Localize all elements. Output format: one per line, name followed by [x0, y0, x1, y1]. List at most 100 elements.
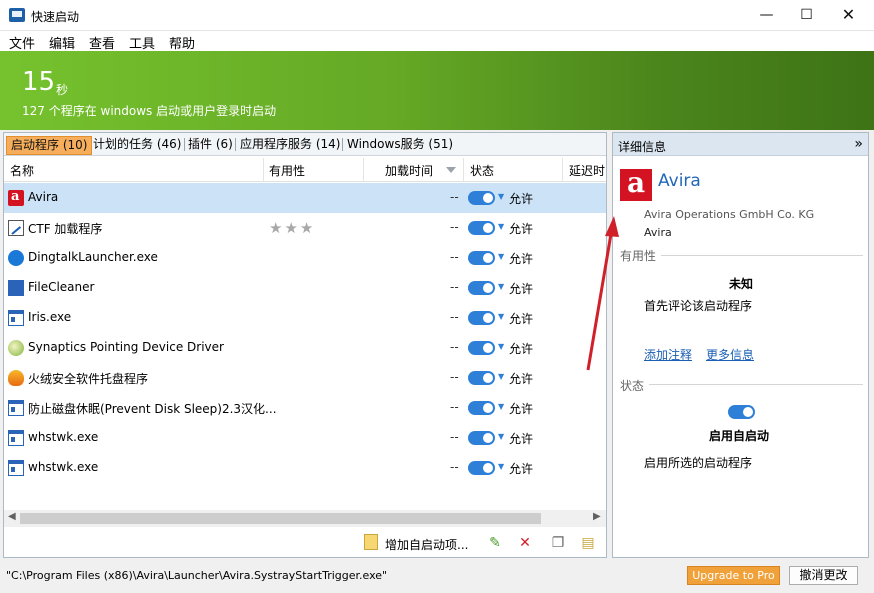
list-item[interactable]: Iris.exe -- ▼ 允许 — [4, 303, 606, 333]
item-load-time: -- — [450, 310, 459, 324]
chevron-down-icon[interactable]: ▼ — [498, 432, 504, 441]
startup-description: 127 个程序在 windows 启动或用户登录时启动 — [22, 104, 277, 118]
huorong-icon — [8, 370, 24, 386]
tab-startup-programs[interactable]: 启动程序 (10) — [6, 136, 93, 155]
list-toolbar: 增加自启动项... ✎ ✕ ❐ ▤ — [4, 529, 606, 557]
filecleaner-icon — [8, 280, 24, 296]
item-name: 防止磁盘休眠(Prevent Disk Sleep)2.3汉化... — [28, 402, 277, 416]
item-status: 允许 — [509, 282, 534, 296]
chevron-down-icon[interactable]: ▼ — [498, 252, 504, 261]
column-separator — [263, 158, 264, 182]
list-item[interactable]: Avira -- ▼ 允许 — [4, 183, 606, 213]
scrollbar-thumb[interactable] — [20, 513, 541, 524]
dingtalk-icon — [8, 250, 24, 266]
add-comment-link[interactable]: 添加注释 — [644, 346, 692, 363]
usefulness-value: 未知 — [729, 277, 754, 291]
item-name: DingtalkLauncher.exe — [28, 250, 158, 264]
menu-tools[interactable]: 工具 — [129, 33, 155, 52]
usefulness-section-label: 有用性 — [620, 249, 657, 263]
chevron-down-icon[interactable]: ▼ — [498, 282, 504, 291]
tab-plugins[interactable]: 插件 (6) — [184, 136, 237, 155]
close-button[interactable]: ✕ — [826, 0, 871, 30]
column-name[interactable]: 名称 — [10, 162, 34, 179]
status-toggle[interactable] — [468, 221, 495, 235]
folder-icon[interactable]: ▤ — [579, 534, 597, 552]
item-status: 允许 — [509, 222, 534, 236]
avira-logo-icon — [620, 166, 652, 201]
selected-path: "C:\Program Files (x86)\Avira\Launcher\A… — [6, 569, 388, 582]
column-status[interactable]: 状态 — [470, 162, 494, 179]
tab-app-services[interactable]: 应用程序服务 (14) — [236, 136, 344, 155]
chevron-down-icon[interactable]: ▼ — [498, 462, 504, 471]
list-item[interactable]: Synaptics Pointing Device Driver -- ▼ 允许 — [4, 333, 606, 363]
column-delay[interactable]: 延迟时 — [569, 162, 605, 179]
properties-icon[interactable]: ❐ — [549, 534, 567, 552]
menu-edit[interactable]: 编辑 — [49, 33, 75, 52]
chevron-down-icon[interactable]: ▼ — [498, 342, 504, 351]
window-app-icon — [8, 310, 24, 326]
status-toggle[interactable] — [468, 311, 495, 325]
usefulness-stars: ★★★ — [269, 219, 316, 237]
chevron-down-icon[interactable]: ▼ — [498, 402, 504, 411]
item-name: FileCleaner — [28, 280, 95, 294]
list-item[interactable]: 防止磁盘休眠(Prevent Disk Sleep)2.3汉化... -- ▼ … — [4, 393, 606, 423]
item-name: whstwk.exe — [28, 430, 99, 444]
status-toggle[interactable] — [468, 191, 495, 205]
chevron-down-icon[interactable]: ▼ — [498, 372, 504, 381]
column-header: 名称 有用性 加载时间 状态 延迟时 — [4, 158, 606, 182]
status-toggle[interactable] — [468, 431, 495, 445]
app-icon — [9, 8, 25, 22]
undo-changes-button[interactable]: 撤消更改 — [789, 566, 858, 585]
list-item[interactable]: FileCleaner -- ▼ 允许 — [4, 273, 606, 303]
item-name: Avira — [28, 190, 59, 204]
horizontal-scrollbar[interactable]: ◀ ▶ — [4, 510, 606, 527]
list-item[interactable]: DingtalkLauncher.exe -- ▼ 允许 — [4, 243, 606, 273]
startup-seconds: 15 — [22, 67, 56, 97]
maximize-button[interactable]: ☐ — [784, 0, 829, 30]
collapse-icon[interactable]: » — [854, 136, 863, 152]
seconds-unit: 秒 — [56, 83, 69, 97]
scroll-right-icon[interactable]: ▶ — [593, 511, 601, 522]
tab-scheduled-tasks[interactable]: 计划的任务 (46) — [89, 136, 185, 155]
status-toggle[interactable] — [468, 251, 495, 265]
list-item[interactable]: whstwk.exe -- ▼ 允许 — [4, 423, 606, 453]
status-toggle[interactable] — [468, 401, 495, 415]
chevron-down-icon[interactable]: ▼ — [498, 192, 504, 201]
menu-help[interactable]: 帮助 — [169, 33, 195, 52]
column-separator — [562, 158, 563, 182]
item-load-time: -- — [450, 220, 459, 234]
status-toggle[interactable] — [468, 461, 495, 475]
startup-time-banner: 15 秒 127 个程序在 windows 启动或用户登录时启动 — [0, 51, 874, 130]
tab-windows-services[interactable]: Windows服务 (51) — [343, 136, 457, 155]
chevron-down-icon[interactable]: ▼ — [498, 222, 504, 231]
status-description: 启用所选的启动程序 — [644, 456, 753, 470]
details-company: Avira Operations GmbH Co. KG — [644, 208, 815, 221]
minimize-button[interactable]: — — [744, 0, 789, 30]
list-item[interactable]: CTF 加载程序 ★★★ -- ▼ 允许 — [4, 213, 606, 243]
usefulness-prompt: 首先评论该启动程序 — [644, 299, 753, 313]
list-item[interactable]: whstwk.exe -- ▼ 允许 — [4, 453, 606, 483]
column-usefulness[interactable]: 有用性 — [269, 162, 305, 179]
item-status: 允许 — [509, 432, 534, 446]
status-toggle[interactable] — [468, 371, 495, 385]
add-startup-icon[interactable] — [364, 534, 378, 550]
more-info-link[interactable]: 更多信息 — [706, 346, 754, 363]
menu-file[interactable]: 文件 — [9, 33, 35, 52]
column-separator — [363, 158, 364, 182]
category-tabs: 启动程序 (10) 计划的任务 (46) 插件 (6) 应用程序服务 (14) … — [4, 133, 606, 156]
status-toggle[interactable] — [468, 281, 495, 295]
autostart-toggle[interactable] — [728, 405, 755, 419]
column-load-time[interactable]: 加载时间 — [385, 162, 433, 179]
column-separator — [463, 158, 464, 182]
list-item[interactable]: 火绒安全软件托盘程序 -- ▼ 允许 — [4, 363, 606, 393]
chevron-down-icon[interactable]: ▼ — [498, 312, 504, 321]
add-startup-button[interactable]: 增加自启动项... — [385, 536, 468, 553]
menu-view[interactable]: 查看 — [89, 33, 115, 52]
edit-check-icon[interactable]: ✎ — [486, 534, 504, 552]
upgrade-button[interactable]: Upgrade to Pro — [687, 566, 780, 585]
delete-icon[interactable]: ✕ — [516, 534, 534, 552]
item-name: CTF 加载程序 — [28, 222, 103, 236]
status-toggle[interactable] — [468, 341, 495, 355]
scroll-left-icon[interactable]: ◀ — [8, 511, 16, 522]
window-title: 快速启动 — [31, 10, 80, 24]
